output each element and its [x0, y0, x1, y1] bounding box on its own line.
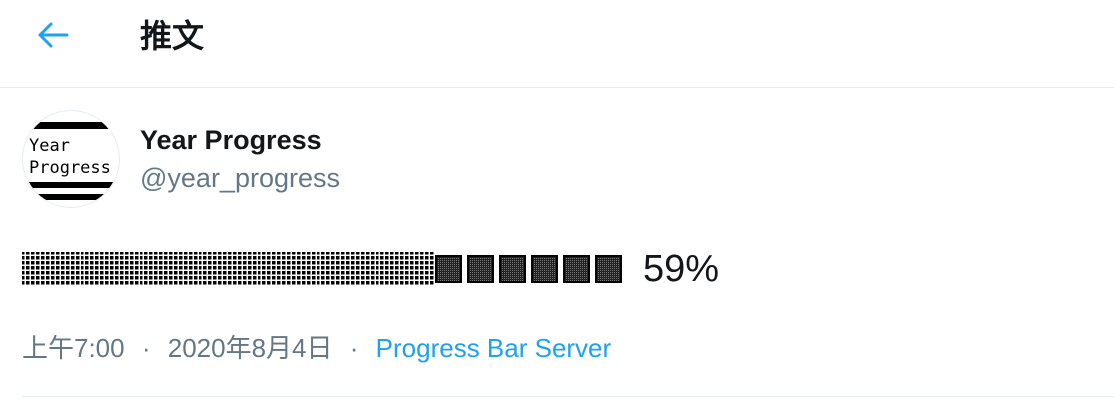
- progress-block-filled: [110, 252, 140, 286]
- progress-block-empty: [499, 255, 526, 283]
- tweet-header: 推文: [0, 0, 1114, 88]
- back-button[interactable]: [26, 14, 80, 60]
- tweet-source-link[interactable]: Progress Bar Server: [376, 333, 612, 363]
- meta-separator: ·: [141, 333, 151, 363]
- progress-block-filled: [405, 252, 435, 286]
- tweet-time[interactable]: 上午7:00: [22, 333, 125, 363]
- progress-block-filled: [376, 252, 406, 286]
- author-handle[interactable]: @year_progress: [140, 162, 340, 194]
- tweet-text: 59%: [22, 246, 719, 292]
- progress-block-filled: [51, 252, 81, 286]
- avatar-top-bar: [23, 122, 119, 129]
- progress-block-filled: [81, 252, 111, 286]
- arrow-left-icon: [36, 20, 70, 55]
- progress-block-filled: [317, 252, 347, 286]
- progress-block-empty: [563, 255, 590, 283]
- avatar[interactable]: Year Progress: [22, 110, 120, 208]
- author-name[interactable]: Year Progress: [140, 124, 322, 156]
- avatar-bottom-bar: [23, 194, 119, 200]
- progress-block-empty: [595, 255, 622, 283]
- tweet-meta: 上午7:00 · 2020年8月4日 · Progress Bar Server: [22, 332, 611, 364]
- progress-bar: [22, 252, 627, 286]
- avatar-logo-line1: Year: [29, 136, 70, 156]
- tweet: Year Progress Year Progress @year_progre…: [0, 88, 1114, 402]
- progress-block-filled: [169, 252, 199, 286]
- progress-block-empty: [435, 255, 462, 283]
- progress-block-filled: [199, 252, 229, 286]
- progress-percent: 59%: [643, 248, 720, 290]
- progress-block-filled: [228, 252, 258, 286]
- page-title: 推文: [140, 17, 205, 55]
- progress-block-filled: [22, 252, 52, 286]
- meta-separator: ·: [349, 333, 359, 363]
- progress-block-filled: [140, 252, 170, 286]
- progress-block-filled: [346, 252, 376, 286]
- avatar-logo-line2: Progress: [29, 158, 111, 178]
- progress-block-filled: [287, 252, 317, 286]
- progress-block-filled: [258, 252, 288, 286]
- progress-block-empty: [531, 255, 558, 283]
- divider: [22, 396, 1114, 397]
- avatar-mid-bar: [23, 182, 119, 188]
- progress-block-empty: [467, 255, 494, 283]
- tweet-date[interactable]: 2020年8月4日: [168, 333, 333, 363]
